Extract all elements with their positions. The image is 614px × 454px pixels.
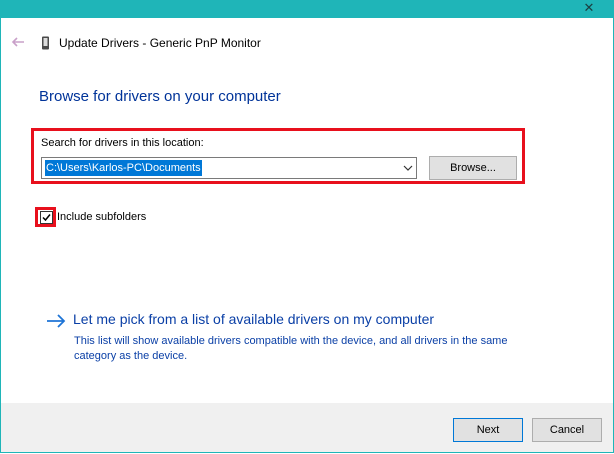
- wizard-content: Browse for drivers on your computer Sear…: [1, 66, 613, 403]
- title-bar-top: ✕: [0, 0, 614, 18]
- search-location-label: Search for drivers in this location:: [41, 137, 204, 149]
- include-subfolders-label[interactable]: Include subfolders: [57, 211, 146, 223]
- update-drivers-window: Update Drivers - Generic PnP Monitor Bro…: [0, 18, 614, 453]
- close-icon[interactable]: ✕: [582, 0, 596, 16]
- chevron-down-icon[interactable]: [403, 163, 413, 173]
- arrow-right-icon[interactable]: [45, 313, 67, 329]
- browse-button[interactable]: Browse...: [429, 156, 517, 180]
- path-input[interactable]: C:\Users\Karlos-PC\Documents: [41, 157, 417, 179]
- next-button[interactable]: Next: [453, 418, 523, 442]
- cancel-button[interactable]: Cancel: [532, 418, 602, 442]
- pick-driver-description: This list will show available drivers co…: [74, 335, 508, 362]
- window-title: Update Drivers - Generic PnP Monitor: [59, 36, 261, 50]
- back-arrow-icon[interactable]: [9, 33, 27, 51]
- monitor-device-icon: [42, 36, 49, 50]
- path-value[interactable]: C:\Users\Karlos-PC\Documents: [45, 160, 202, 176]
- checkmark-icon: [42, 214, 51, 222]
- page-title: Browse for drivers on your computer: [39, 88, 281, 105]
- window-header: Update Drivers - Generic PnP Monitor: [1, 18, 613, 66]
- include-subfolders-checkbox[interactable]: [40, 211, 53, 224]
- pick-driver-link[interactable]: Let me pick from a list of available dri…: [73, 311, 434, 327]
